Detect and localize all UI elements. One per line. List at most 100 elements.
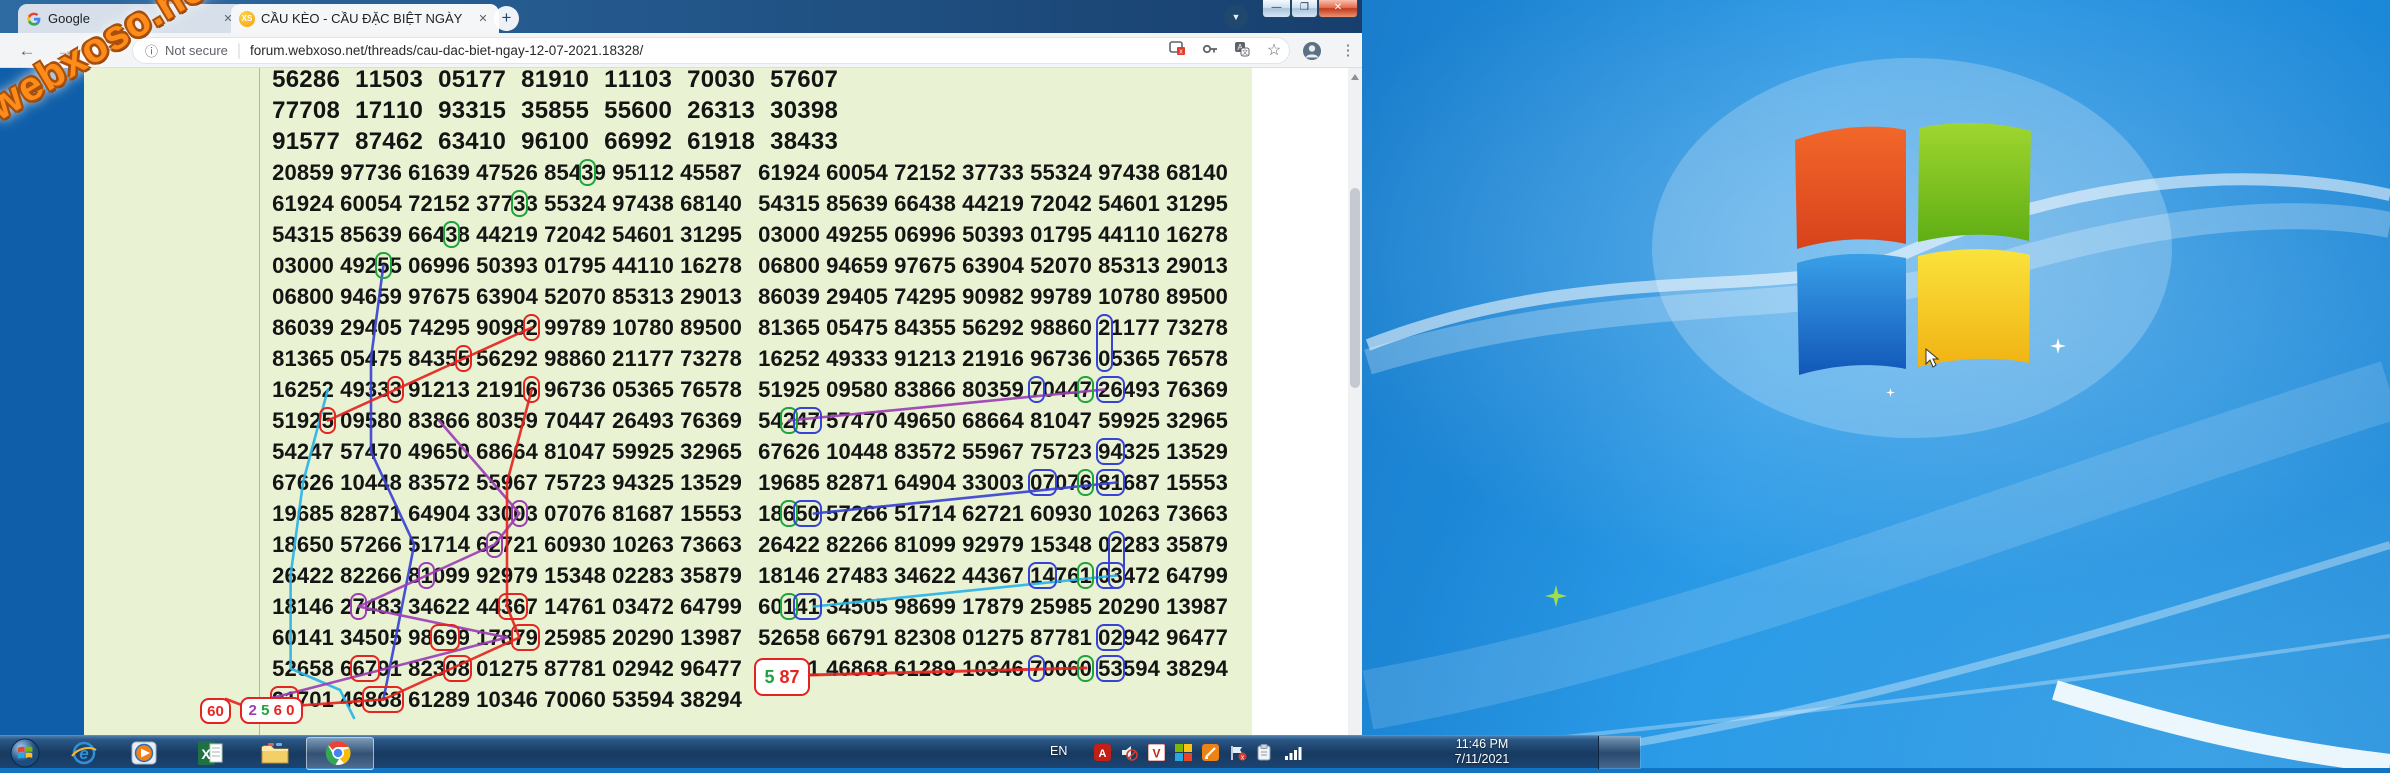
lotto-number: 87781 xyxy=(1030,622,1092,653)
lotto-number: 26493 xyxy=(612,405,674,436)
lotto-number: 10780 xyxy=(612,312,674,343)
green-sparkle xyxy=(1545,585,1567,607)
lotto-number: 57470 xyxy=(826,405,888,436)
url-text[interactable]: forum.webxoso.net/threads/cau-dac-biet-n… xyxy=(250,43,643,58)
lotto-number: 55324 xyxy=(1030,157,1092,188)
excel-icon[interactable]: X xyxy=(196,739,224,766)
language-indicator[interactable]: EN xyxy=(1050,744,1067,758)
menu-dots-icon[interactable]: ⋮ xyxy=(1338,41,1358,61)
network-signal-icon[interactable] xyxy=(1284,744,1301,761)
number-row: 77708171109331535855556002631330398 xyxy=(0,95,1300,126)
lotto-number: 49333 xyxy=(826,343,888,374)
lotto-number: 03000 xyxy=(272,250,334,281)
lotto-number: 83572 xyxy=(894,436,956,467)
number-row: 0300049255069965039301795441101627806800… xyxy=(0,250,1300,281)
lotto-number: 75723 xyxy=(1030,436,1092,467)
lotto-number: 54601 xyxy=(1098,188,1160,219)
lotto-number: 29405 xyxy=(826,281,888,312)
address-bar[interactable]: ⓘ Not secure | forum.webxoso.net/threads… xyxy=(132,37,1290,64)
lotto-number: 73278 xyxy=(1166,312,1228,343)
pen-tool-icon[interactable] xyxy=(1202,744,1219,761)
maximize-button[interactable]: ❐ xyxy=(1291,0,1318,18)
digit-highlight-box xyxy=(511,190,528,217)
lotto-number: 55324 xyxy=(544,188,606,219)
lotto-number: 83572 xyxy=(408,467,470,498)
lotto-number: 94325 xyxy=(612,467,674,498)
number-row: 1814627483346224436714761034726479960141… xyxy=(0,591,1300,622)
lotto-number: 57470 xyxy=(340,436,402,467)
lotto-number: 66992 xyxy=(604,126,672,157)
adobe-reader-icon[interactable]: A xyxy=(1094,744,1111,761)
lotto-number: 19685 xyxy=(758,467,820,498)
avatar-icon[interactable] xyxy=(1302,41,1322,61)
digit-highlight-box xyxy=(1077,562,1094,589)
tab-cau-keo[interactable]: XS CẦU KÈO - CẦU ĐẶC BIỆT NGÀY ✕ xyxy=(231,4,499,33)
lotto-number: 06996 xyxy=(408,250,470,281)
lotto-number: 89500 xyxy=(1166,281,1228,312)
show-desktop-button[interactable] xyxy=(1598,736,1641,769)
explorer-icon[interactable] xyxy=(260,739,288,766)
lotto-number: 21916 xyxy=(962,343,1024,374)
action-center-flag-icon[interactable]: x xyxy=(1229,744,1246,761)
wmp-icon[interactable] xyxy=(130,739,158,766)
digit-highlight-box xyxy=(1096,562,1126,589)
lotto-number: 98860 xyxy=(544,343,606,374)
translate-icon[interactable]: A文 xyxy=(1232,41,1252,61)
digit-highlight-box xyxy=(430,624,460,651)
lotto-number: 05475 xyxy=(340,343,402,374)
lotto-number: 30398 xyxy=(770,95,838,126)
close-button[interactable]: ✕ xyxy=(1318,0,1358,18)
key-icon[interactable] xyxy=(1200,41,1220,61)
lotto-number: 51925 xyxy=(758,374,820,405)
lotto-number: 11503 xyxy=(355,68,423,95)
lotto-number: 76369 xyxy=(1166,374,1228,405)
lotto-number: 10448 xyxy=(826,436,888,467)
scroll-up-icon[interactable] xyxy=(1351,74,1359,80)
digit-highlight-box xyxy=(793,500,823,527)
lotto-number: 17879 xyxy=(962,591,1024,622)
callout-digit: 87 xyxy=(779,667,799,688)
lotto-number: 51714 xyxy=(894,498,956,529)
start-button[interactable] xyxy=(10,738,38,765)
star-icon[interactable]: ☆ xyxy=(1264,41,1284,61)
new-tab-button[interactable]: + xyxy=(494,6,519,31)
lotto-number: 13987 xyxy=(680,622,742,653)
card-remove-icon[interactable]: x xyxy=(1167,41,1187,61)
lotto-number: 07076 xyxy=(544,498,606,529)
tab-search-button[interactable]: ▼ xyxy=(1224,5,1248,29)
lotto-number: 53594 xyxy=(612,684,674,715)
volume-muted-icon[interactable] xyxy=(1121,744,1138,761)
number-row: 1865057266517146272160930102637366326422… xyxy=(0,529,1300,560)
chrome-icon[interactable] xyxy=(325,740,353,767)
lotto-number: 01795 xyxy=(544,250,606,281)
callout-c60: 60 xyxy=(200,698,231,724)
callout-c2560: 2 5 6 0 xyxy=(240,697,303,724)
minimize-button[interactable]: — xyxy=(1262,0,1291,18)
lotto-number: 60930 xyxy=(1030,498,1092,529)
lotto-number: 99789 xyxy=(544,312,606,343)
digit-highlight-box xyxy=(1096,314,1113,372)
lotto-number: 32965 xyxy=(1166,405,1228,436)
antivirus-icon[interactable] xyxy=(1175,744,1192,761)
tab-close-icon[interactable]: ✕ xyxy=(475,11,491,27)
info-icon[interactable]: ⓘ xyxy=(145,41,158,60)
clipboard-icon[interactable] xyxy=(1256,744,1273,761)
lotto-number: 44110 xyxy=(612,250,674,281)
taskbar-clock[interactable]: 11:46 PM 7/11/2021 xyxy=(1402,737,1562,767)
lotto-number: 61289 xyxy=(894,653,956,684)
svg-text:文: 文 xyxy=(1242,49,1248,57)
lotto-number: 15348 xyxy=(544,560,606,591)
digit-highlight-box xyxy=(1096,655,1126,682)
v-checker-icon[interactable]: V xyxy=(1148,744,1165,761)
lotto-number: 26422 xyxy=(272,560,334,591)
lotto-number: 72152 xyxy=(408,188,470,219)
digit-highlight-box xyxy=(455,345,472,372)
digit-highlight-box xyxy=(1077,655,1094,682)
lotto-number: 10263 xyxy=(612,529,674,560)
number-row: 1968582871649043300307076816871555318650… xyxy=(0,498,1300,529)
lotto-number: 85313 xyxy=(612,281,674,312)
ie-icon[interactable]: e xyxy=(70,739,98,766)
scroll-thumb[interactable] xyxy=(1350,188,1360,388)
lotto-number: 06800 xyxy=(758,250,820,281)
page-scrollbar[interactable] xyxy=(1348,68,1362,735)
